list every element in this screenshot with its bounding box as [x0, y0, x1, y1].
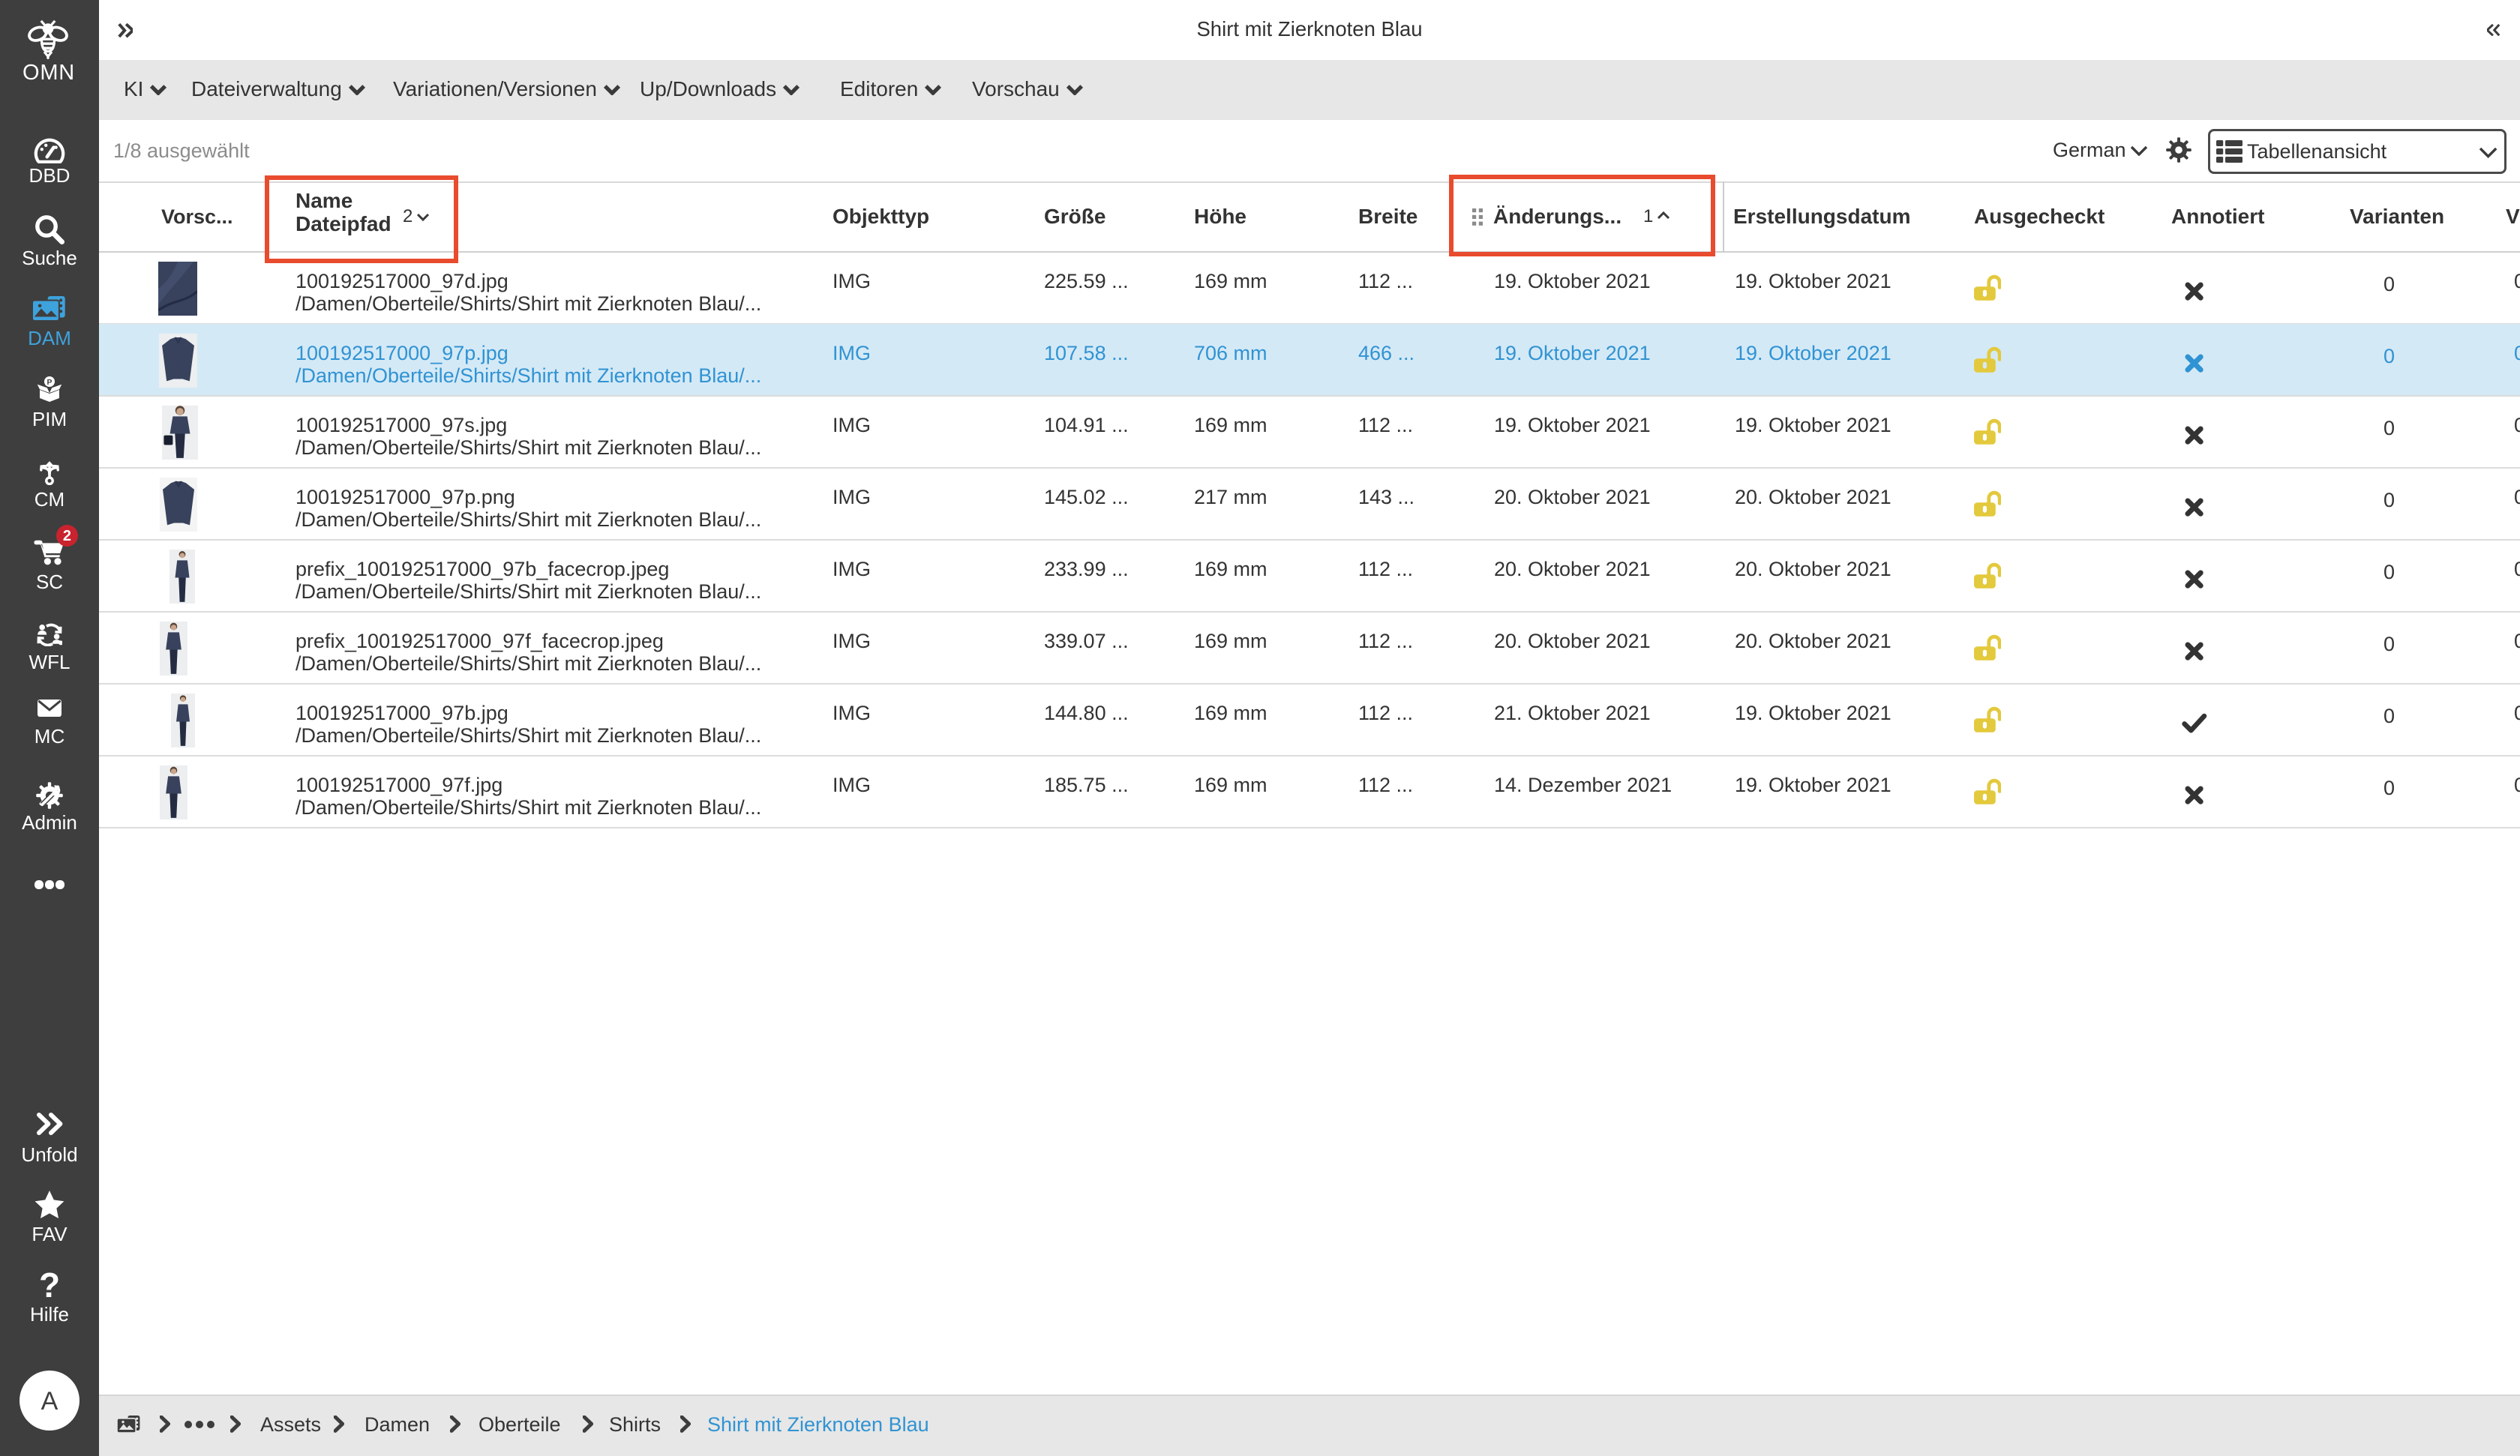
svg-text:P: P — [47, 379, 52, 387]
